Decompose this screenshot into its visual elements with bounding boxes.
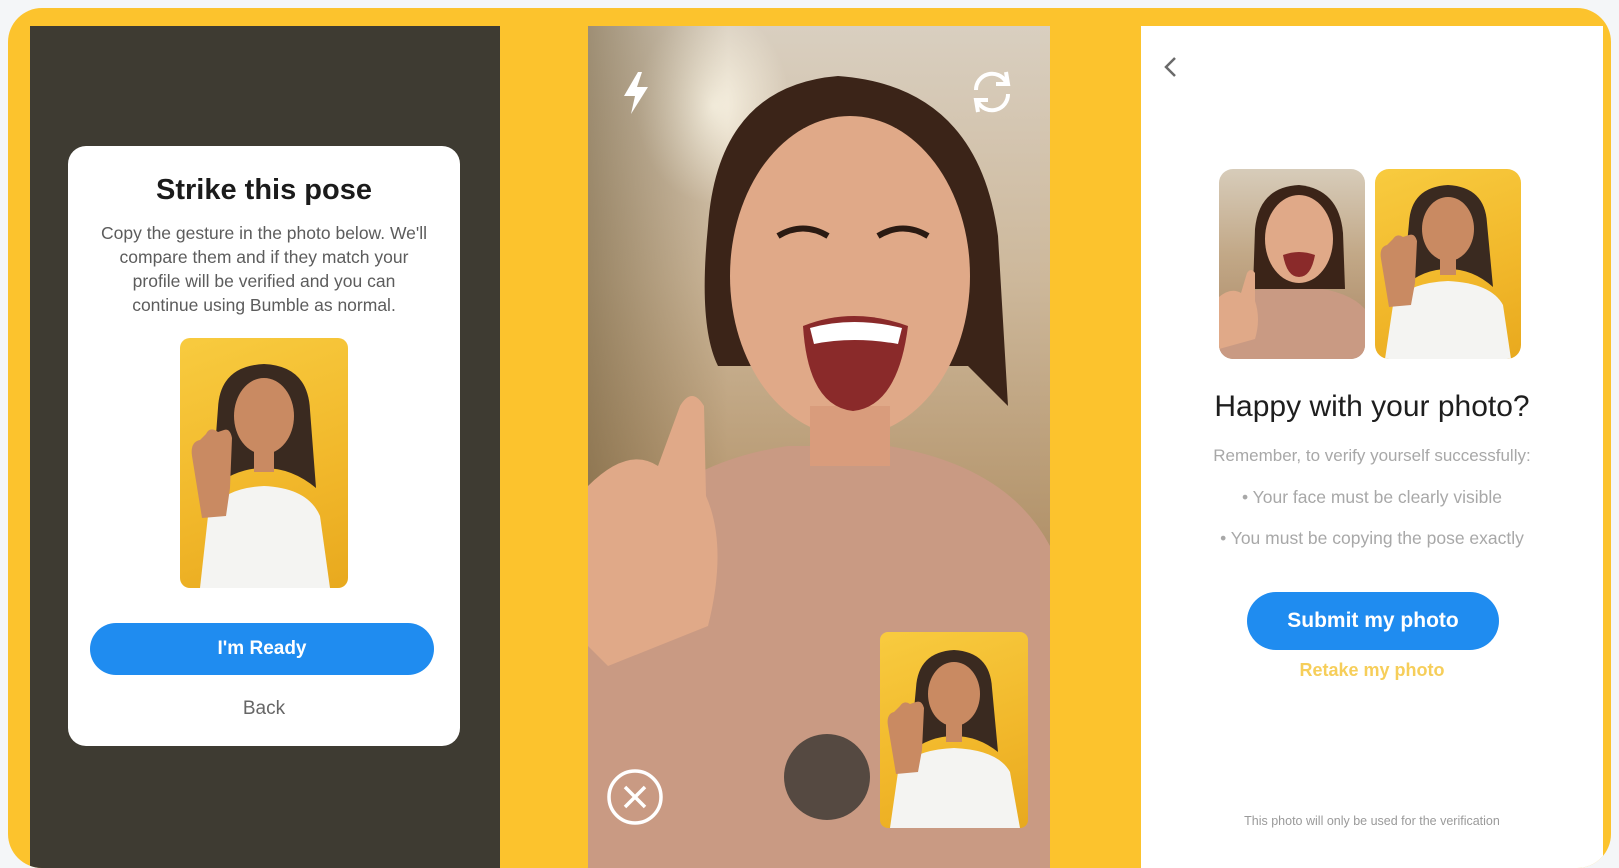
camera-flip-icon[interactable] [966,66,1018,118]
onboarding-showcase: Strike this pose Copy the gesture in the… [8,8,1611,868]
reference-pose-comparison [1375,169,1521,359]
submit-photo-button[interactable]: Submit my photo [1247,592,1499,650]
im-ready-button[interactable]: I'm Ready [90,623,434,675]
card-title: Strike this pose [156,174,372,206]
flash-icon[interactable] [618,70,654,116]
reminder-text: Remember, to verify yourself successfull… [1213,446,1531,465]
close-icon[interactable] [606,768,664,826]
bullet-face-visible: • Your face must be clearly visible [1241,487,1502,507]
shutter-button[interactable] [784,734,870,820]
page-title: Happy with your photo? [1214,390,1530,423]
reference-pose-thumbnail [880,632,1028,828]
camera-screen [588,26,1050,868]
reference-pose-photo [180,338,348,588]
privacy-footnote: This photo will only be used for the ver… [1244,814,1500,828]
bullet-copy-pose: • You must be copying the pose exactly [1220,528,1524,548]
back-link[interactable]: Back [68,698,460,720]
chevron-left-icon[interactable] [1161,54,1179,80]
pose-card: Strike this pose Copy the gesture in the… [68,146,460,746]
captured-selfie-thumbnail [1219,169,1365,359]
card-description: Copy the gesture in the photo below. We'… [101,223,427,315]
pose-instruction-screen: Strike this pose Copy the gesture in the… [30,26,500,868]
retake-photo-link[interactable]: Retake my photo [1141,660,1603,681]
review-screen: Happy with your photo? Remember, to veri… [1141,26,1603,868]
